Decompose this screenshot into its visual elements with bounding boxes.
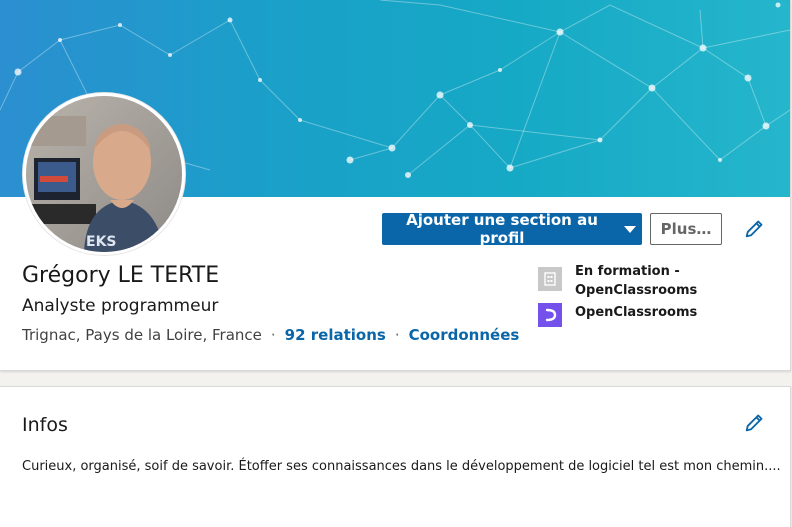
caret-down-icon [624,225,636,233]
about-card [0,386,791,527]
separator-dot: · [270,326,276,344]
location-line: Trignac, Pays de la Loire, France · 92 r… [22,326,519,344]
profile-headline: Analyste programmeur [22,296,219,316]
building-icon [538,267,562,291]
profile-name: Grégory LE TERTE [22,263,220,288]
profile-top-card: EKS Ajouter une section au profil Plus… … [0,0,791,371]
profile-location: Trignac, Pays de la Loire, France [22,326,262,344]
edit-intro-button[interactable] [742,217,766,241]
openclassrooms-logo [538,303,562,327]
pencil-icon [745,220,763,238]
contact-info-link[interactable]: Coordonnées [409,326,520,344]
relations-link[interactable]: 92 relations [285,326,386,344]
svg-text:EKS: EKS [86,234,117,250]
current-position-label: En formation - OpenClassrooms [575,264,698,298]
edit-about-button[interactable] [742,411,766,435]
about-text: Curieux, organisé, soif de savoir. Étoff… [22,459,781,474]
separator-dot: · [394,326,400,344]
profile-avatar[interactable]: EKS [23,93,185,255]
about-title: Infos [22,414,68,436]
profile-photo: EKS [26,96,182,252]
add-section-label: Ajouter une section au profil [406,211,598,247]
current-position-item[interactable]: En formation - OpenClassrooms [538,262,715,300]
pencil-icon [745,414,763,432]
education-item[interactable]: OpenClassrooms [538,303,715,327]
more-button[interactable]: Plus… [650,213,722,245]
education-label: OpenClassrooms [575,305,698,320]
add-section-button[interactable]: Ajouter une section au profil [382,211,642,247]
